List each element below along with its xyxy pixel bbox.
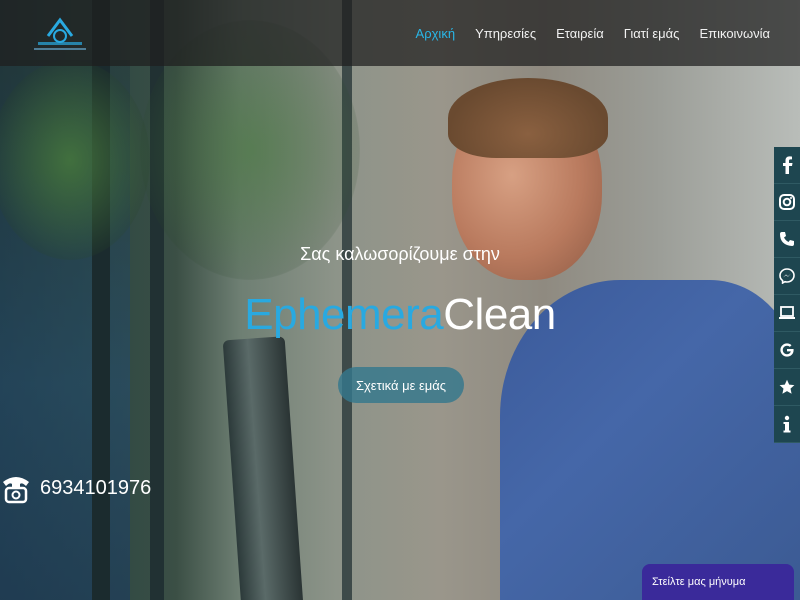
nav-home[interactable]: Αρχική bbox=[416, 26, 456, 41]
star-icon[interactable] bbox=[774, 369, 800, 406]
brand-part2: Clean bbox=[443, 290, 556, 339]
brand-part1: Ephemera bbox=[244, 290, 444, 339]
person-hair bbox=[448, 78, 608, 158]
facebook-icon[interactable] bbox=[774, 147, 800, 184]
instagram-icon[interactable] bbox=[774, 184, 800, 221]
about-us-button[interactable]: Σχετικά με εμάς bbox=[338, 367, 464, 403]
google-icon[interactable] bbox=[774, 332, 800, 369]
nav-why-us[interactable]: Γιατί εμάς bbox=[624, 26, 680, 41]
hero-welcome-text: Σας καλωσορίζουμε στην bbox=[300, 244, 500, 264]
laptop-icon[interactable] bbox=[774, 295, 800, 332]
site-logo[interactable] bbox=[30, 12, 90, 54]
info-icon[interactable] bbox=[774, 406, 800, 443]
nav-company[interactable]: Εταιρεία bbox=[556, 26, 604, 41]
nav-contact[interactable]: Επικοινωνία bbox=[699, 26, 770, 41]
main-nav: Αρχική Υπηρεσίες Εταιρεία Γιατί εμάς Επι… bbox=[416, 0, 770, 66]
phone-contact[interactable]: 6934101976 bbox=[0, 470, 151, 506]
nav-services[interactable]: Υπηρεσίες bbox=[475, 26, 536, 41]
chat-widget-button[interactable]: Στείλτε μας μήνυμα bbox=[642, 564, 794, 600]
window-squeegee bbox=[222, 336, 304, 600]
site-header: Αρχική Υπηρεσίες Εταιρεία Γιατί εμάς Επι… bbox=[0, 0, 800, 66]
phone-icon[interactable] bbox=[774, 221, 800, 258]
social-sidebar bbox=[774, 147, 800, 443]
messenger-icon[interactable] bbox=[774, 258, 800, 295]
logo-icon bbox=[34, 17, 86, 50]
hero-brand-title: EphemeraClean bbox=[0, 290, 800, 340]
phone-icon bbox=[3, 477, 29, 504]
phone-number[interactable]: 6934101976 bbox=[40, 477, 151, 500]
